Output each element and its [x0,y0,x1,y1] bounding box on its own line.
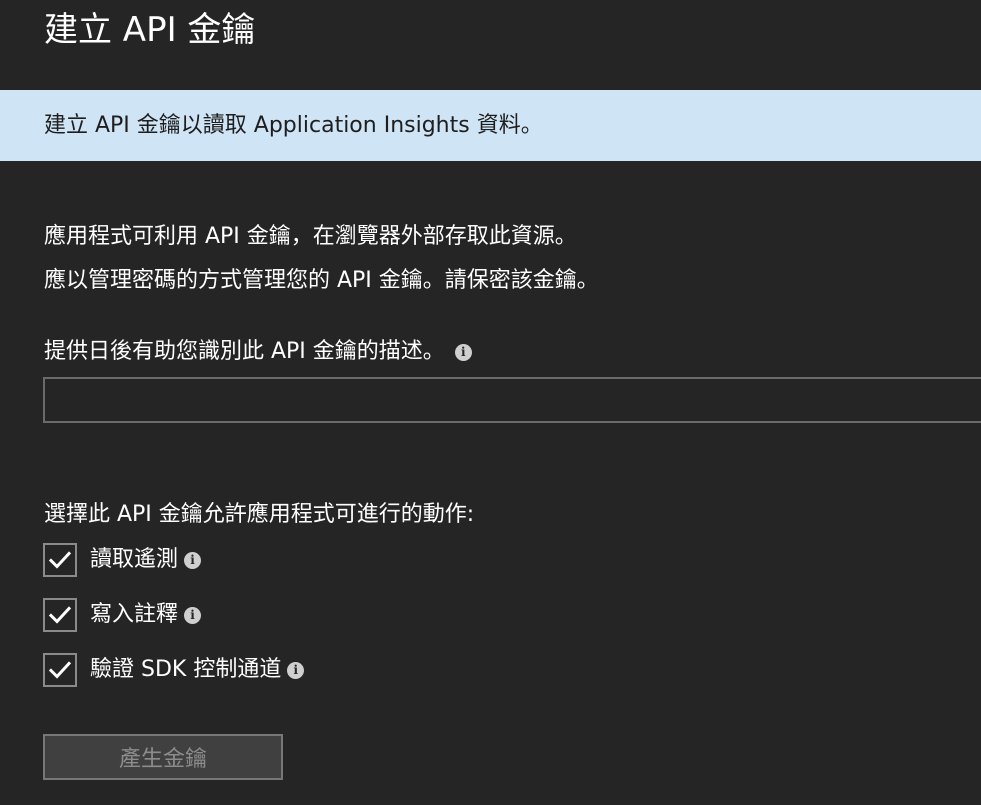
permission-sdk-control-channel[interactable]: 驗證 SDK 控制通道 i [43,653,305,687]
intro-line-2: 應以管理密碼的方式管理您的 API 金鑰。請保密該金鑰。 [44,268,599,293]
checkmark-icon [48,606,72,624]
permission-read-telemetry[interactable]: 讀取遙測 i [43,543,202,577]
page-title: 建立 API 金鑰 [44,10,256,50]
sdk-control-channel-checkbox[interactable] [43,653,77,687]
sdk-control-channel-label[interactable]: 驗證 SDK 控制通道 [90,655,281,685]
checkmark-icon [48,551,72,569]
info-icon[interactable]: i [287,661,305,679]
write-annotations-label[interactable]: 寫入註釋 [90,600,178,630]
info-icon[interactable]: i [454,343,472,361]
description-label-text: 提供日後有助您識別此 API 金鑰的描述。 [44,339,445,364]
intro-line-1: 應用程式可利用 API 金鑰，在瀏覽器外部存取此資源。 [44,224,577,249]
read-telemetry-checkbox[interactable] [43,543,77,577]
read-telemetry-label[interactable]: 讀取遙測 [90,545,178,575]
permissions-label: 選擇此 API 金鑰允許應用程式可進行的動作: [44,502,475,527]
info-banner-text: 建立 API 金鑰以讀取 Application Insights 資料。 [44,113,543,138]
write-annotations-checkbox[interactable] [43,598,77,632]
description-label: 提供日後有助您識別此 API 金鑰的描述。 i [44,337,472,367]
info-banner: 建立 API 金鑰以讀取 Application Insights 資料。 [0,90,981,161]
info-icon[interactable]: i [184,606,202,624]
checkmark-icon [48,661,72,679]
create-api-key-panel: 建立 API 金鑰 建立 API 金鑰以讀取 Application Insig… [0,0,981,805]
permission-write-annotations[interactable]: 寫入註釋 i [43,598,202,632]
description-input[interactable] [43,377,981,423]
generate-key-button[interactable]: 產生金鑰 [43,734,283,780]
info-icon[interactable]: i [184,551,202,569]
